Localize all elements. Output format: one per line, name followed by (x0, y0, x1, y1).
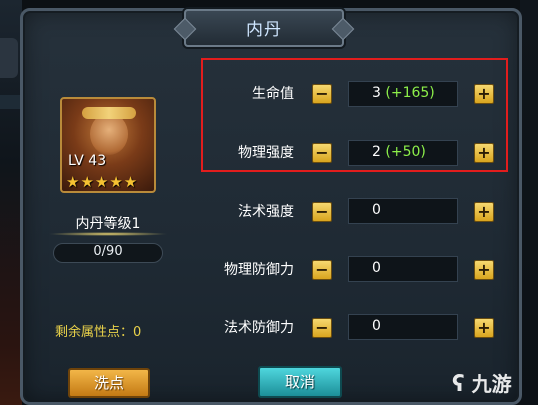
background-left-edge (0, 0, 22, 405)
plus-button-hp[interactable]: + (474, 84, 494, 104)
cancel-button[interactable]: 取消 (258, 366, 342, 398)
stat-bonus: (+50) (385, 144, 426, 160)
wash-points-button[interactable]: 洗点 (68, 368, 150, 398)
stat-value-box-magic-strength (348, 198, 458, 224)
minus-button-physical-defense[interactable]: − (312, 260, 332, 280)
stat-label-hp: 生命值 (252, 86, 294, 102)
minus-button-hp[interactable]: − (312, 84, 332, 104)
stat-label-physical-defense: 物理防御力 (224, 262, 294, 278)
stat-value-number: 3 (372, 85, 381, 101)
stat-value-box-physical-defense (348, 256, 458, 282)
hero-level: LV 43 (68, 153, 107, 169)
stat-value-number: 2 (372, 144, 381, 160)
minus-button-physical-strength[interactable]: − (312, 143, 332, 163)
plus-button-magic-strength[interactable]: + (474, 202, 494, 222)
experience-text: 0/90 (93, 244, 123, 259)
stat-value-magic-defense: 0 (372, 318, 381, 334)
hero-portrait: LV 43 ★★★★★ (60, 97, 156, 193)
side-tab-stub (0, 38, 18, 78)
stat-label-magic-strength: 法术强度 (238, 204, 294, 220)
monkey-king-portrait-icon (90, 113, 128, 155)
level-glow-divider (48, 232, 168, 236)
minus-button-magic-defense[interactable]: − (312, 318, 332, 338)
stat-value-hp: 3 (+165) (372, 85, 435, 101)
minus-button-magic-strength[interactable]: − (312, 202, 332, 222)
stat-label-physical-strength: 物理强度 (238, 145, 294, 161)
neidan-level-label: 内丹等级1 (75, 216, 141, 232)
stat-value-physical-defense: 0 (372, 260, 381, 276)
stat-value-box-magic-defense (348, 314, 458, 340)
watermark-icon: ʕ (452, 372, 465, 397)
stat-label-magic-defense: 法术防御力 (224, 320, 294, 336)
remaining-points: 剩余属性点：0 (55, 325, 142, 340)
side-tab-stub (0, 95, 20, 109)
star-rating: ★★★★★ (66, 173, 139, 191)
background-right-edge (520, 0, 538, 405)
dialog-title: 内丹 (246, 20, 282, 40)
plus-button-magic-defense[interactable]: + (474, 318, 494, 338)
watermark-logo: ʕ 九游 (452, 368, 512, 397)
stat-value-magic-strength: 0 (372, 202, 381, 218)
golden-headband (82, 107, 136, 119)
stat-value-physical-strength: 2 (+50) (372, 144, 426, 160)
stat-bonus: (+165) (385, 85, 435, 101)
plus-button-physical-strength[interactable]: + (474, 143, 494, 163)
plus-button-physical-defense[interactable]: + (474, 260, 494, 280)
watermark-text: 九游 (471, 372, 512, 396)
